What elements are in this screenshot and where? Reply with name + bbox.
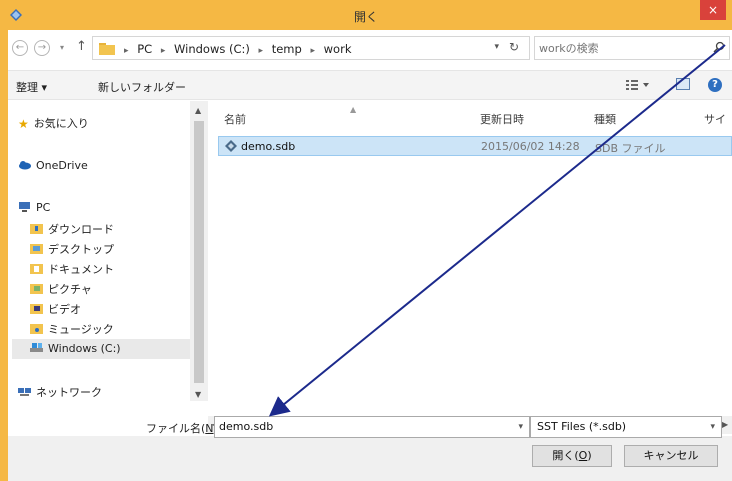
sidebar-item-label: ピクチャ: [48, 283, 92, 296]
open-dialog-window: 開く × ← → ▾ ↑ ▸ PC ▸ Windows (C:) ▸ temp: [0, 0, 732, 481]
filename-label-text: ファイル名(: [146, 422, 206, 435]
sidebar-item-music[interactable]: ミュージック: [30, 321, 114, 337]
sidebar-scroll-thumb[interactable]: [194, 121, 204, 383]
star-icon: ★: [18, 117, 29, 131]
address-row: ← → ▾ ↑ ▸ PC ▸ Windows (C:) ▸ temp ▸ wor…: [8, 36, 732, 60]
sidebar-item-pc[interactable]: PC: [18, 201, 50, 214]
open-button[interactable]: 開く(O): [532, 445, 612, 467]
scroll-up-arrow-icon[interactable]: ▲: [195, 106, 201, 115]
change-view-icon[interactable]: [626, 79, 650, 91]
downloads-folder-icon: [30, 224, 43, 234]
sidebar-item-label: デスクトップ: [48, 243, 114, 256]
music-folder-icon: [30, 324, 43, 334]
sidebar-item-desktop[interactable]: デスクトップ: [30, 241, 114, 257]
filename-value: demo.sdb: [219, 420, 274, 433]
sort-ascending-icon: ▲: [350, 105, 357, 114]
file-icon: [225, 140, 237, 152]
pictures-folder-icon: [30, 284, 43, 294]
scroll-down-arrow-icon[interactable]: ▼: [195, 390, 201, 399]
filetype-value: SST Files (*.sdb): [537, 420, 627, 433]
open-button-suffix: ): [587, 449, 592, 462]
sidebar-item-downloads[interactable]: ダウンロード: [30, 221, 114, 237]
scroll-right-arrow-icon[interactable]: ▶: [722, 420, 728, 429]
up-arrow-icon[interactable]: ↑: [76, 39, 87, 54]
search-input[interactable]: [539, 40, 699, 56]
close-button[interactable]: ×: [700, 0, 726, 20]
command-toolbar: 整理 ▾ 新しいフォルダー ?: [8, 70, 732, 100]
sidebar-item-pictures[interactable]: ピクチャ: [30, 281, 92, 297]
folder-icon: [99, 43, 115, 55]
drive-icon: [30, 343, 43, 352]
sidebar-item-windows-c[interactable]: Windows (C:): [30, 342, 121, 355]
filetype-chevron-icon[interactable]: ▾: [710, 422, 715, 432]
sidebar-item-label: ドキュメント: [48, 263, 114, 276]
file-name-cell: demo.sdb: [241, 140, 296, 153]
desktop-folder-icon: [30, 244, 43, 254]
sidebar-item-videos[interactable]: ビデオ: [30, 301, 81, 317]
sidebar-item-label: ミュージック: [48, 323, 114, 336]
search-box[interactable]: [534, 36, 730, 60]
help-icon[interactable]: ?: [708, 78, 722, 92]
videos-folder-icon: [30, 304, 43, 314]
filename-label-accesskey: N: [205, 422, 214, 435]
crumb-separator-icon: ▸: [124, 46, 129, 56]
recent-locations-chevron-icon[interactable]: ▾: [60, 43, 64, 52]
new-folder-button[interactable]: 新しいフォルダー: [98, 79, 186, 95]
sidebar-item-network[interactable]: ネットワーク: [18, 384, 102, 400]
sidebar-item-label: ネットワーク: [36, 386, 102, 399]
breadcrumb-work[interactable]: work: [324, 42, 352, 56]
breadcrumb-pc[interactable]: PC: [137, 42, 152, 56]
crumb-separator-icon: ▸: [310, 46, 315, 56]
dialog-client-area: ← → ▾ ↑ ▸ PC ▸ Windows (C:) ▸ temp ▸ wor…: [8, 30, 732, 481]
sidebar-item-label: PC: [36, 201, 51, 214]
column-header-name[interactable]: 名前: [224, 111, 246, 127]
filename-history-chevron-icon[interactable]: ▾: [518, 422, 523, 432]
filename-field[interactable]: demo.sdb ▾: [214, 416, 530, 438]
file-modified-cell: 2015/06/02 14:28: [481, 140, 580, 153]
network-icon: [18, 388, 31, 396]
file-list: 名前 ▲ 更新日時 種類 サイ demo.sdb 2015/06/02 14:2…: [210, 101, 732, 401]
documents-folder-icon: [30, 264, 43, 274]
sidebar-item-label: OneDrive: [36, 159, 88, 172]
window-title: 開く: [353, 10, 378, 24]
computer-icon: [19, 202, 30, 212]
filetype-select[interactable]: SST Files (*.sdb) ▾: [530, 416, 722, 438]
cancel-button[interactable]: キャンセル: [624, 445, 718, 467]
table-row[interactable]: demo.sdb 2015/06/02 14:28 SDB ファイル: [218, 136, 732, 156]
sidebar-item-documents[interactable]: ドキュメント: [30, 261, 114, 277]
address-bar[interactable]: ▸ PC ▸ Windows (C:) ▸ temp ▸ work ▾ ↻: [92, 36, 530, 60]
sidebar-item-favorites[interactable]: ★ お気に入り: [18, 115, 89, 131]
sidebar-item-label: ダウンロード: [48, 223, 114, 236]
file-type-cell: SDB ファイル: [595, 142, 666, 155]
cloud-icon: [19, 161, 31, 170]
search-icon[interactable]: [713, 41, 725, 53]
open-button-label: 開く(: [552, 449, 579, 462]
column-header-type[interactable]: 種類: [594, 111, 616, 127]
preview-pane-icon[interactable]: [676, 78, 690, 90]
refresh-icon[interactable]: ↻: [509, 40, 519, 54]
back-arrow-icon[interactable]: ←: [12, 40, 28, 56]
column-header-modified[interactable]: 更新日時: [480, 111, 524, 127]
sidebar-item-onedrive[interactable]: OneDrive: [18, 159, 88, 172]
sidebar-item-label: Windows (C:): [48, 342, 121, 355]
breadcrumb-windows-c[interactable]: Windows (C:): [174, 42, 250, 56]
crumb-separator-icon: ▸: [258, 46, 264, 56]
navigation-pane: ★ お気に入り OneDrive PC ダウンロード デスクトップ ドキュメント …: [8, 101, 208, 401]
breadcrumb-temp[interactable]: temp: [272, 42, 302, 56]
sidebar-item-label: お気に入り: [33, 117, 89, 130]
column-header-size[interactable]: サイ: [704, 111, 726, 127]
title-bar[interactable]: 開く ×: [0, 0, 732, 30]
crumb-separator-icon: ▸: [160, 46, 166, 56]
sidebar-item-label: ビデオ: [48, 303, 81, 316]
filename-label: ファイル名(N):: [146, 420, 222, 436]
organize-menu-button[interactable]: 整理 ▾: [16, 79, 47, 95]
address-history-chevron-icon[interactable]: ▾: [494, 42, 499, 52]
forward-arrow-icon[interactable]: →: [34, 40, 50, 56]
breadcrumb: ▸ PC ▸ Windows (C:) ▸ temp ▸ work: [119, 42, 352, 56]
